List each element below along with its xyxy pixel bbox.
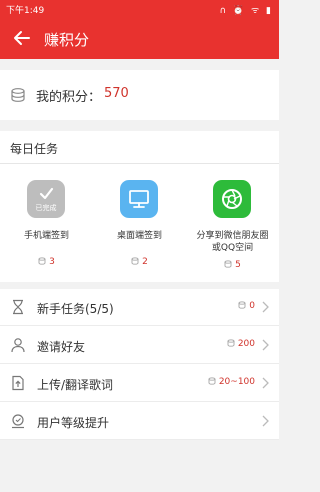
daily-tasks-header: 每日任务 [0,131,279,164]
task-reward-value: 5 [235,260,241,270]
task-name: 桌面端签到 [116,231,162,241]
task-name: 分享到微信朋友圈 或QQ空间 [186,230,279,254]
task-reward-value: 2 [142,257,148,267]
list-item-level-up[interactable]: 用户等级提升 [0,403,279,440]
task-reward-value: 3 [49,257,55,267]
task-tile-share [213,180,251,218]
list-item-label: 新手任务(5/5) [37,302,114,316]
points-value: 570 [104,86,129,101]
list-item-reward: 200 [227,339,255,349]
task-desktop-checkin[interactable]: 桌面端签到 2 [93,164,186,282]
chevron-right-icon [262,415,269,427]
my-points-card: 我的积分： 570 [0,70,279,120]
app-bar: 赚积分 [0,17,279,59]
daily-tasks-title: 每日任务 [10,142,59,156]
upload-file-icon [12,375,24,391]
status-icons: ∩ ⏰ ᯤ ▮ [219,6,273,16]
coin-stack-icon [227,339,235,347]
task-tile-desktop [120,180,158,218]
coin-stack-icon [11,88,25,102]
camera-aperture-icon [222,189,242,209]
task-name: 手机端签到 [23,231,69,241]
coin-stack-icon [224,260,232,268]
list-item-invite-friends[interactable]: 邀请好友 200 [0,327,279,364]
coin-stack-icon [131,257,139,265]
coin-stack-icon [208,377,216,385]
task-reward: 3 [0,257,93,267]
coin-stack-icon [238,301,246,309]
task-list: 新手任务(5/5) 0 邀请好友 200 上传/翻译歌词 20~100 用户等级… [0,289,279,440]
task-name-line1: 分享到微信朋友圈 [196,231,269,241]
list-item-newbie-tasks[interactable]: 新手任务(5/5) 0 [0,289,279,326]
list-item-upload-lyrics[interactable]: 上传/翻译歌词 20~100 [0,365,279,402]
list-item-label: 用户等级提升 [37,416,110,430]
completed-label: 已完成 [35,204,57,212]
task-name-line2: 或QQ空间 [211,243,254,253]
list-item-label: 上传/翻译歌词 [37,378,114,392]
chevron-right-icon [262,339,269,351]
points-label: 我的积分： [36,90,102,105]
status-bar: 下午1:49 ∩ ⏰ ᯤ ▮ [0,0,279,17]
list-item-label: 邀请好友 [37,340,86,354]
daily-tasks: 已完成 手机端签到 3 桌面端签到 2 分享到微信朋友圈 或QQ空间 5 [0,164,279,282]
level-badge-icon [12,414,24,429]
user-icon [11,338,25,353]
task-tile-completed: 已完成 [27,180,65,218]
list-item-reward: 0 [238,301,255,311]
screen: 下午1:49 ∩ ⏰ ᯤ ▮ 赚积分 我的积分： 570 每日任务 已完成 手机… [0,0,279,492]
status-time: 下午1:49 [6,6,45,16]
page-title: 赚积分 [44,31,90,49]
coin-stack-icon [38,257,46,265]
back-arrow-icon[interactable] [12,28,32,48]
task-reward: 2 [93,257,186,267]
monitor-icon [129,190,149,208]
list-item-reward-value: 200 [237,339,255,349]
list-item-reward-value: 20~100 [218,377,255,387]
task-reward: 5 [186,260,279,270]
chevron-right-icon [262,377,269,389]
list-item-reward: 20~100 [208,377,255,387]
chevron-right-icon [262,301,269,313]
hourglass-icon [13,299,23,315]
task-share-moments[interactable]: 分享到微信朋友圈 或QQ空间 5 [186,164,279,282]
list-item-reward-value: 0 [249,301,255,311]
task-mobile-checkin[interactable]: 已完成 手机端签到 3 [0,164,93,282]
